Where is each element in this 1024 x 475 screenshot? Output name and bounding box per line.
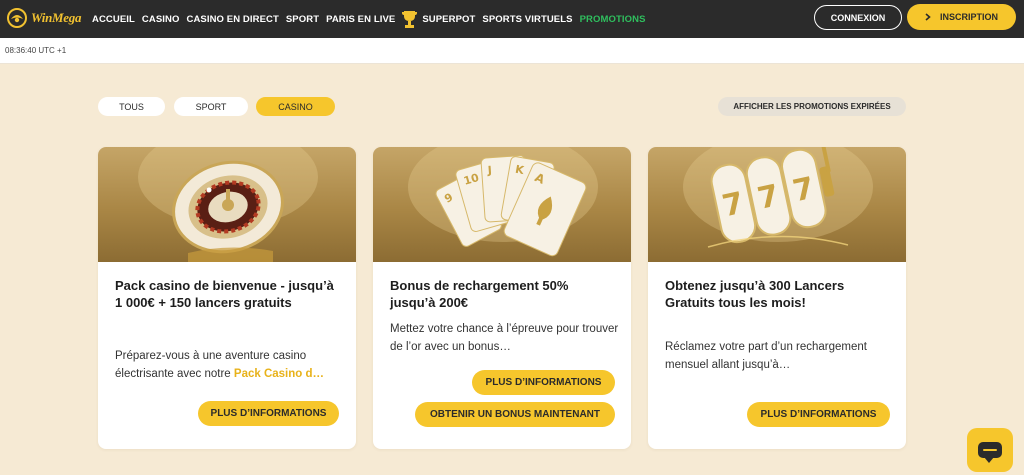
chevron-right-icon xyxy=(925,13,931,21)
show-expired-promotions-button[interactable]: AFFICHER LES PROMOTIONS EXPIRÉES xyxy=(718,97,906,116)
slot-machine-777-image: 7 7 7 xyxy=(648,147,906,262)
clock: 08:36:40 UTC +1 xyxy=(5,46,67,55)
logo-text: WinMega xyxy=(31,10,82,25)
promo-card-free-spins: 7 7 7 Obtenez jusqu’à 300 Lancers Gratui… xyxy=(648,147,906,449)
card-description: Mettez votre chance à l’épreuve pour tro… xyxy=(390,323,619,353)
more-info-button[interactable]: PLUS D’INFORMATIONS xyxy=(472,370,615,395)
filter-casino[interactable]: CASINO xyxy=(256,97,335,116)
nav-promotions[interactable]: PROMOTIONS xyxy=(580,14,646,25)
filter-sport[interactable]: SPORT xyxy=(174,97,248,116)
signup-label: INSCRIPTION xyxy=(939,12,998,22)
site-logo[interactable]: WinMega xyxy=(6,7,81,29)
signup-button[interactable]: INSCRIPTION xyxy=(907,4,1016,30)
chat-support-button[interactable] xyxy=(967,428,1013,472)
chat-bubble-icon xyxy=(978,442,1002,463)
svg-text:J: J xyxy=(486,164,492,177)
trophy-icon[interactable] xyxy=(402,10,418,29)
card-description: Préparez-vous à une aventure casino élec… xyxy=(115,347,345,383)
card-title: Pack casino de bienvenue - jusqu’à 1 000… xyxy=(115,278,334,310)
card-description-link[interactable]: Pack Casino d… xyxy=(234,368,324,380)
nav-casino-en-direct[interactable]: CASINO EN DIRECT xyxy=(186,14,278,25)
more-info-button[interactable]: PLUS D’INFORMATIONS xyxy=(198,401,339,426)
nav-sport[interactable]: SPORT xyxy=(286,14,319,25)
claim-bonus-button[interactable]: OBTENIR UN BONUS MAINTENANT xyxy=(415,402,615,427)
top-navigation-bar: WinMega ACCUEIL CASINO CASINO EN DIRECT … xyxy=(0,0,1024,38)
logo-emblem-icon xyxy=(7,8,27,28)
promo-card-welcome-pack: Pack casino de bienvenue - jusqu’à 1 000… xyxy=(98,147,356,449)
card-title: Obtenez jusqu’à 300 Lancers Gratuits tou… xyxy=(665,278,845,310)
nav-casino[interactable]: CASINO xyxy=(142,14,180,25)
nav-accueil[interactable]: ACCUEIL xyxy=(92,14,135,25)
more-info-button[interactable]: PLUS D’INFORMATIONS xyxy=(747,402,890,427)
card-title: Bonus de rechargement 50% jusqu’à 200€ xyxy=(390,278,569,310)
nav-paris-en-live[interactable]: PARIS EN LIVE xyxy=(326,14,395,25)
roulette-wheel-image xyxy=(98,147,356,262)
playing-cards-image: 9 10 J K A xyxy=(373,147,631,262)
main-nav: ACCUEIL CASINO CASINO EN DIRECT SPORT PA… xyxy=(92,0,653,38)
promo-card-reload-bonus: 9 10 J K A Bonus de rechargement 50% jus… xyxy=(373,147,631,449)
time-bar: 08:36:40 UTC +1 xyxy=(0,38,1024,64)
nav-sports-virtuels[interactable]: SPORTS VIRTUELS xyxy=(482,14,572,25)
login-button[interactable]: CONNEXION xyxy=(814,5,902,30)
card-description: Réclamez votre part d’un rechargement me… xyxy=(665,341,867,371)
filter-all[interactable]: TOUS xyxy=(98,97,165,116)
nav-superpot[interactable]: SUPERPOT xyxy=(422,14,475,25)
